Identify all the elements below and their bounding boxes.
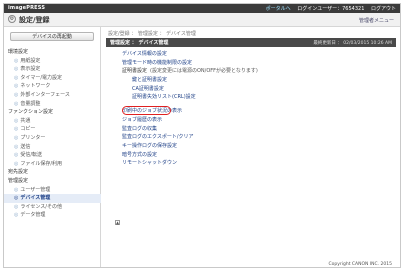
bullet-icon: ◎: [14, 203, 19, 210]
link-audit-log[interactable]: 監査ログの収集: [122, 125, 382, 134]
bullet-icon: ◎: [14, 91, 19, 98]
sidebar-item-device-management[interactable]: ◎ デバイス管理: [4, 194, 101, 203]
panel-title: 管理設定 ： デバイス管理: [110, 40, 169, 46]
sidebar-item-interface[interactable]: ◎ 外部インターフェース: [4, 91, 101, 100]
sidebar-section-function[interactable]: ファンクション設定: [4, 108, 101, 117]
title-bar: ⚙ 設定/登録 管理者メニュー: [4, 13, 400, 27]
portal-link[interactable]: ポータルへ: [266, 6, 291, 12]
bullet-icon: ◎: [14, 74, 19, 81]
bullet-icon: ◎: [14, 152, 19, 159]
main-content: 設定/登録 ： 管理設定 ： デバイス管理 管理設定 ： デバイス管理 最終更新…: [106, 26, 398, 267]
bullet-icon: ◎: [14, 195, 19, 202]
page-top-icon[interactable]: ▲: [115, 220, 120, 225]
brand-logo: imagePRESS: [8, 5, 46, 11]
page-title: 設定/登録: [19, 16, 50, 24]
restart-device-button[interactable]: デバイスの再起動: [10, 32, 94, 41]
app-window: imagePRESS ポータルへ ログインユーザー：7654321 ログアウト …: [3, 3, 401, 268]
sidebar-item-display[interactable]: ◎ 表示設定: [4, 65, 101, 74]
bullet-icon: ◎: [14, 117, 19, 124]
link-audit-export[interactable]: 監査ログのエクスポート/クリア: [122, 133, 382, 142]
link-key-certificate[interactable]: 鍵と証明書設定: [122, 76, 382, 85]
bullet-icon: ◎: [14, 143, 19, 150]
sidebar-menu: 環境設定 ◎ 用紙設定 ◎ 表示設定 ◎ タイマー/電力設定 ◎ ネットワーク ◎ 外部イ…: [4, 48, 101, 220]
link-ca-certificate[interactable]: CA証明書設定: [122, 85, 382, 94]
link-device-info[interactable]: デバイス情報の設定: [122, 50, 382, 59]
sidebar: デバイスの再起動 環境設定 ◎ 用紙設定 ◎ 表示設定 ◎ タイマー/電力設定 ◎ ネッ…: [4, 26, 101, 267]
sidebar-item-license[interactable]: ◎ ライセンス/その他: [4, 203, 101, 212]
link-remote-shutdown[interactable]: リモートシャットダウン: [122, 159, 382, 168]
certificate-note: (設定変更には電源のON/OFFが必要となります): [150, 68, 258, 75]
sidebar-item-store-file[interactable]: ◎ ファイル保存/利用: [4, 160, 101, 169]
sidebar-item-network[interactable]: ◎ ネットワーク: [4, 82, 101, 91]
sidebar-section-management[interactable]: 管理設定: [4, 177, 101, 186]
sidebar-item-user-management[interactable]: ◎ ユーザー管理: [4, 186, 101, 195]
copyright: Copyright CANON INC. 2015: [328, 262, 393, 267]
link-admin-restriction[interactable]: 管理モード時の機能制限の設定: [122, 59, 382, 68]
breadcrumb: 設定/登録 ： 管理設定 ： デバイス管理: [108, 31, 196, 37]
sidebar-item-copy[interactable]: ◎ コピー: [4, 125, 101, 134]
top-bar: imagePRESS ポータルへ ログインユーザー：7654321 ログアウト: [4, 4, 400, 13]
sidebar-section-destination[interactable]: 宛先設定: [4, 168, 101, 177]
link-job-history[interactable]: ジョブ履歴の表示: [122, 116, 382, 125]
top-links: ポータルへ ログインユーザー：7654321 ログアウト: [261, 5, 396, 12]
logout-link[interactable]: ログアウト: [371, 6, 396, 12]
sidebar-item-common[interactable]: ◎ 共通: [4, 117, 101, 126]
bullet-icon: ◎: [14, 186, 19, 193]
bullet-icon: ◎: [14, 134, 19, 141]
link-key-log[interactable]: キー操作ログの保存設定: [122, 142, 382, 151]
admin-menu-link[interactable]: 管理者メニュー: [359, 17, 394, 24]
sidebar-item-data-management[interactable]: ◎ データ管理: [4, 211, 101, 220]
sidebar-item-timer[interactable]: ◎ タイマー/電力設定: [4, 74, 101, 83]
bullet-icon: ◎: [14, 126, 19, 133]
highlight-circle: [122, 106, 171, 115]
bullet-icon: ◎: [14, 57, 19, 64]
sidebar-item-paper[interactable]: ◎ 用紙設定: [4, 57, 101, 66]
sidebar-item-send[interactable]: ◎ 送信: [4, 143, 101, 152]
last-updated: 最終更新日 ： 02/03/2015 10:26 AM: [313, 41, 392, 46]
login-user-label: ログインユーザー：7654321: [297, 6, 365, 12]
link-crl-settings[interactable]: 証明書失効リスト(CRL)設定: [122, 93, 382, 102]
gear-icon: ⚙: [8, 15, 16, 23]
certificate-settings-header: 証明書設定 (設定変更には電源のON/OFFが必要となります): [122, 68, 258, 75]
sidebar-item-printer[interactable]: ◎ プリンター: [4, 134, 101, 143]
sidebar-item-receive[interactable]: ◎ 受信/転送: [4, 151, 101, 160]
bullet-icon: ◎: [14, 66, 19, 73]
panel-header: 管理設定 ： デバイス管理 最終更新日 ： 02/03/2015 10:26 A…: [106, 38, 396, 47]
bullet-icon: ◎: [14, 212, 19, 219]
bullet-icon: ◎: [14, 83, 19, 90]
sidebar-section-preferences[interactable]: 環境設定: [4, 48, 101, 57]
link-encryption[interactable]: 暗号方式の設定: [122, 151, 382, 160]
bullet-icon: ◎: [14, 100, 19, 107]
bullet-icon: ◎: [14, 160, 19, 167]
sidebar-item-volume[interactable]: ◎ 音量調整: [4, 100, 101, 109]
